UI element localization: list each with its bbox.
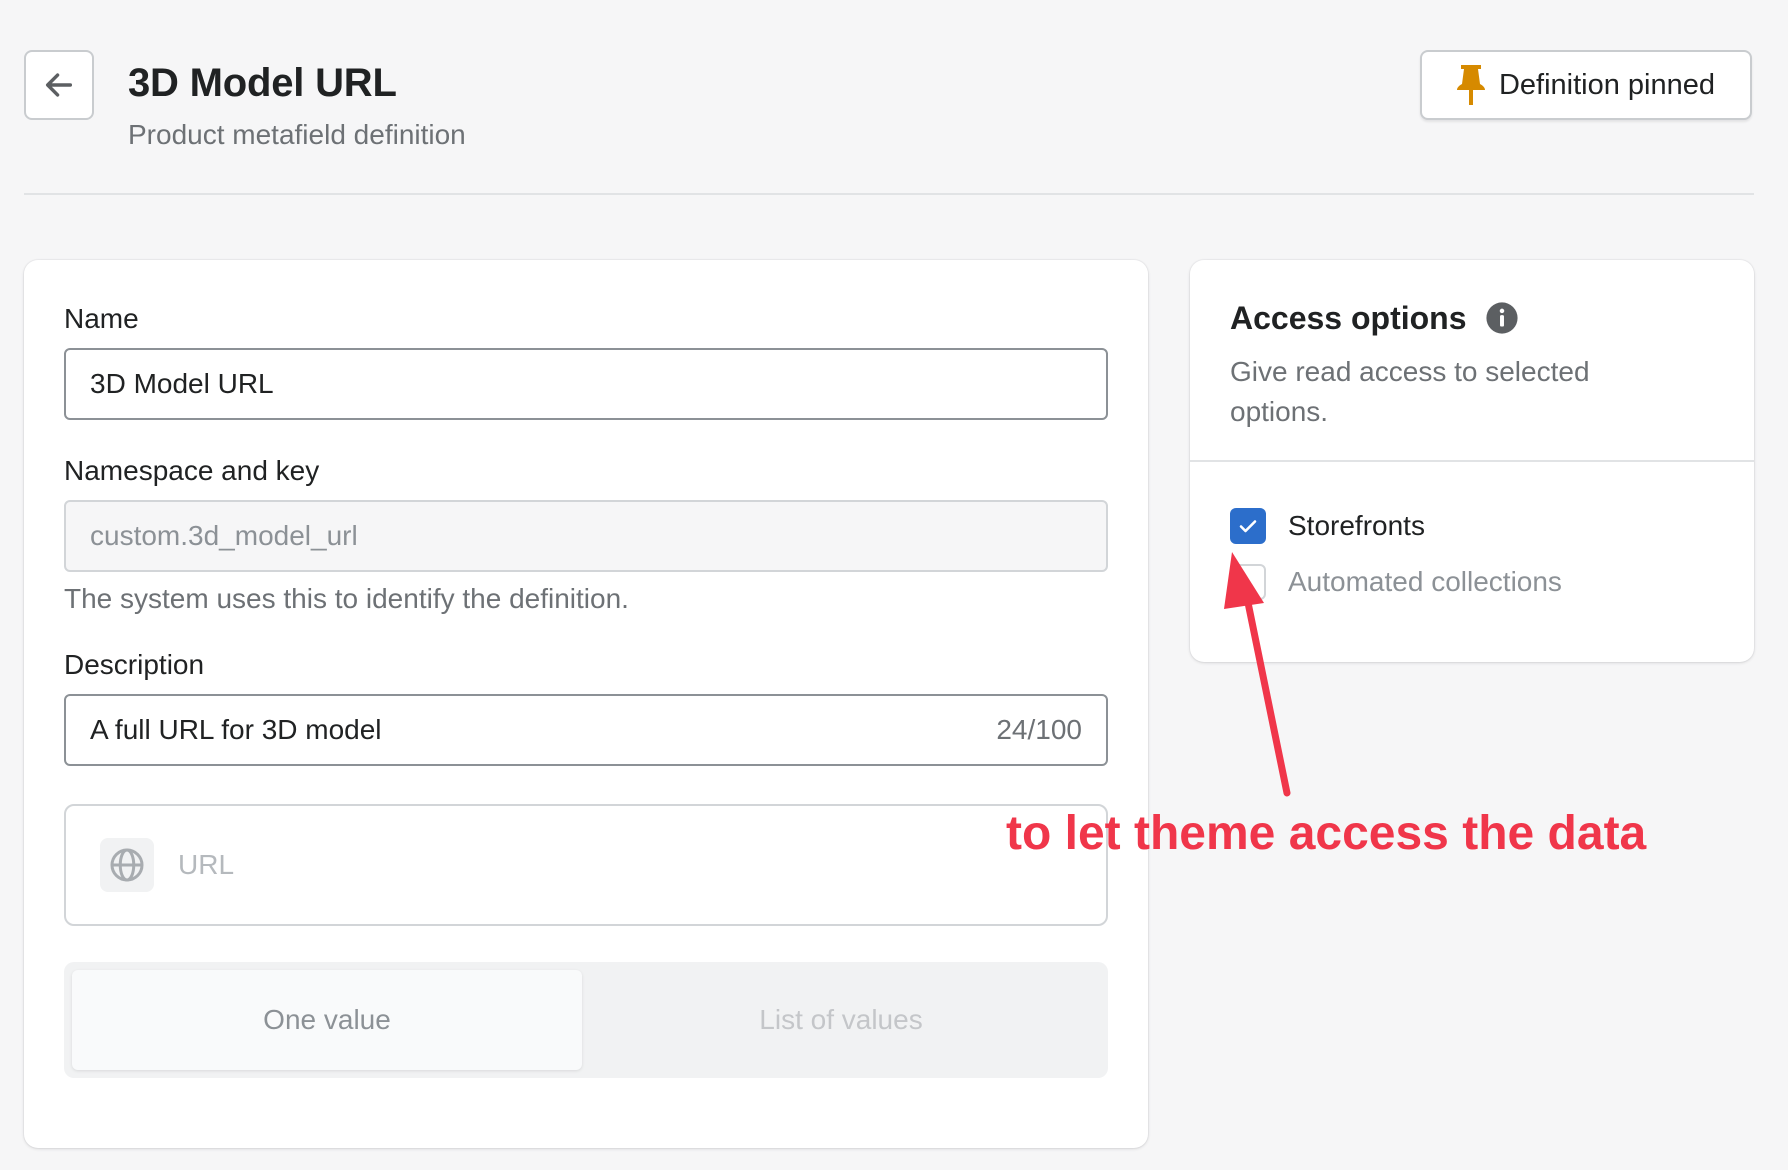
value-mode-toggle: One value List of values [64,962,1108,1078]
access-options-divider [1190,460,1754,462]
automated-collections-label: Automated collections [1288,566,1562,597]
info-icon[interactable] [1485,301,1519,335]
namespace-help-text: The system uses this to identify the def… [64,583,629,614]
access-options-header: Access options [1230,298,1519,338]
namespace-key-input: custom.3d_model_url [64,500,1108,572]
access-options-card: Access options Give read access to selec… [1190,260,1754,662]
list-of-values-option[interactable]: List of values [582,970,1100,1070]
page-title: 3D Model URL [128,61,397,105]
pin-button-label: Definition pinned [1498,68,1716,101]
automated-collections-option-row[interactable]: Automated collections [1230,564,1562,600]
type-selector[interactable]: URL [64,804,1108,926]
storefronts-label: Storefronts [1288,510,1425,541]
globe-icon-wrapper [100,838,154,892]
definition-form-card: Name 3D Model URL Namespace and key cust… [24,260,1148,1148]
namespace-label: Namespace and key [64,455,320,486]
access-options-title: Access options [1230,300,1467,336]
name-input-value: 3D Model URL [90,368,274,399]
header-divider [24,193,1754,195]
name-input[interactable]: 3D Model URL [64,348,1108,420]
character-count: 24/100 [996,714,1082,745]
description-label: Description [64,649,205,680]
checkmark-icon [1239,520,1257,533]
access-options-description: Give read access to selected options. [1230,356,1590,427]
name-label: Name [64,303,139,334]
page-subtitle: Product metafield definition [128,119,466,150]
storefronts-option-row[interactable]: Storefronts [1230,508,1425,544]
arrow-left-icon [45,73,73,97]
storefronts-checkbox[interactable] [1230,508,1266,544]
automated-collections-checkbox[interactable] [1230,564,1266,600]
type-label: URL [178,849,235,880]
definition-pinned-button[interactable]: Definition pinned [1420,50,1752,120]
pin-icon [1456,65,1485,105]
namespace-key-value: custom.3d_model_url [90,520,358,551]
annotation-caption: to let theme access the data [1006,807,1647,860]
description-input[interactable]: A full URL for 3D model 24/100 [64,694,1108,766]
back-button[interactable] [24,50,94,120]
description-input-value: A full URL for 3D model [90,714,382,745]
globe-icon [110,848,144,882]
one-value-option[interactable]: One value [72,970,582,1070]
